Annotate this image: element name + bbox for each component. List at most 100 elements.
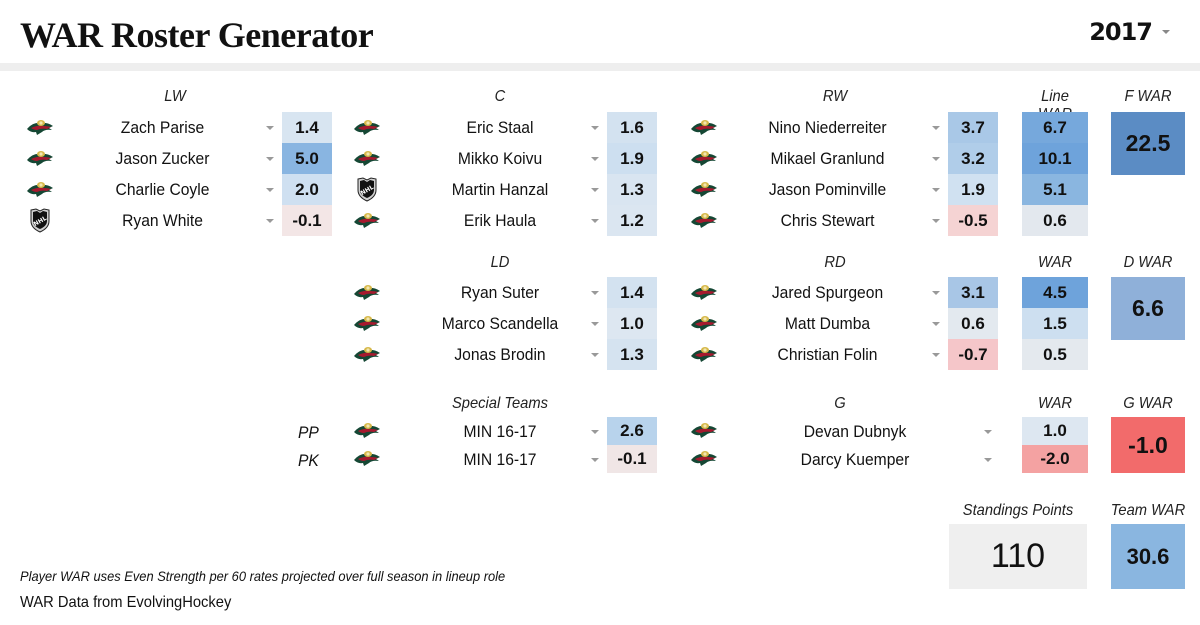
rd-player-name[interactable]: Matt Dumba <box>756 314 899 334</box>
player-dropdown-caret-icon[interactable] <box>266 126 274 130</box>
rw-player-name[interactable]: Jason Pominville <box>756 180 899 200</box>
player-dropdown-caret-icon[interactable] <box>591 219 599 223</box>
wild-logo-icon <box>689 343 719 365</box>
wild-logo-icon <box>352 312 382 334</box>
player-dropdown-caret-icon[interactable] <box>932 157 940 161</box>
player-war-cell: 1.0 <box>607 308 657 339</box>
player-dropdown-caret-icon[interactable] <box>932 188 940 192</box>
standings-label: Standings Points <box>962 502 1074 519</box>
rw-player-name[interactable]: Nino Niederreiter <box>756 118 899 138</box>
header-ld: LD <box>490 254 510 271</box>
header-lw: LW <box>164 88 186 105</box>
player-dropdown-caret-icon[interactable] <box>932 126 940 130</box>
ld-player-name[interactable]: Ryan Suter <box>426 283 573 303</box>
player-war-cell: 1.9 <box>948 174 998 205</box>
goalie-name[interactable]: Darcy Kuemper <box>786 450 924 470</box>
season-value: 2017 <box>1089 18 1153 46</box>
data-credit: WAR Data from EvolvingHockey <box>20 594 232 611</box>
wild-logo-icon <box>689 419 719 441</box>
c-player-name[interactable]: Erik Haula <box>426 211 573 231</box>
header-g: G <box>834 395 846 412</box>
ld-player-name[interactable]: Jonas Brodin <box>426 345 573 365</box>
forward-war-total: 22.5 <box>1111 112 1185 175</box>
wild-logo-icon <box>689 178 719 200</box>
wild-logo-icon <box>689 147 719 169</box>
player-dropdown-caret-icon[interactable] <box>266 188 274 192</box>
goalie-dropdown-caret-icon[interactable] <box>984 430 992 434</box>
chevron-down-icon <box>1162 30 1170 34</box>
special-teams-unit-label: PK <box>298 451 319 470</box>
special-teams-unit-name[interactable]: MIN 16-17 <box>449 450 550 470</box>
special-teams-war-cell: 2.6 <box>607 417 657 445</box>
pair-war-cell: 4.5 <box>1022 277 1088 308</box>
rw-player-name[interactable]: Mikael Granlund <box>756 149 899 169</box>
line-war-cell: 6.7 <box>1022 112 1088 143</box>
wild-logo-icon <box>689 209 719 231</box>
wild-logo-icon <box>352 281 382 303</box>
wild-logo-icon <box>689 312 719 334</box>
lw-player-name[interactable]: Zach Parise <box>96 118 229 138</box>
wild-logo-icon <box>25 178 55 200</box>
player-war-cell: 1.4 <box>282 112 332 143</box>
season-select[interactable]: 2017 <box>1089 18 1170 46</box>
player-war-cell: 5.0 <box>282 143 332 174</box>
lw-player-name[interactable]: Jason Zucker <box>96 149 229 169</box>
player-war-cell: -0.7 <box>948 339 998 370</box>
header-pair-war: WAR <box>1037 254 1073 271</box>
wild-logo-icon <box>689 281 719 303</box>
player-war-cell: -0.5 <box>948 205 998 236</box>
player-dropdown-caret-icon[interactable] <box>932 353 940 357</box>
header: WAR Roster Generator 2017 <box>0 0 1200 66</box>
player-dropdown-caret-icon[interactable] <box>591 157 599 161</box>
c-player-name[interactable]: Mikko Koivu <box>426 149 573 169</box>
pair-war-cell: 1.5 <box>1022 308 1088 339</box>
player-war-cell: 1.3 <box>607 339 657 370</box>
player-dropdown-caret-icon[interactable] <box>591 126 599 130</box>
special-teams-unit-name[interactable]: MIN 16-17 <box>449 422 550 442</box>
special-teams-unit-label: PP <box>298 423 319 442</box>
header-goalie-war: WAR <box>1037 395 1073 412</box>
footnote: Player WAR uses Even Strength per 60 rat… <box>20 568 506 584</box>
player-dropdown-caret-icon[interactable] <box>591 188 599 192</box>
player-dropdown-caret-icon[interactable] <box>932 291 940 295</box>
page-title: WAR Roster Generator <box>20 15 374 55</box>
lw-player-name[interactable]: Ryan White <box>96 211 229 231</box>
rw-player-name[interactable]: Chris Stewart <box>756 211 899 231</box>
header-d-war: D WAR <box>1123 254 1173 271</box>
player-war-cell: 1.9 <box>607 143 657 174</box>
player-war-cell: 3.1 <box>948 277 998 308</box>
player-dropdown-caret-icon[interactable] <box>591 353 599 357</box>
wild-logo-icon <box>25 116 55 138</box>
team-war-value: 30.6 <box>1111 524 1185 589</box>
player-war-cell: 0.6 <box>948 308 998 339</box>
rd-player-name[interactable]: Jared Spurgeon <box>756 283 899 303</box>
player-dropdown-caret-icon[interactable] <box>266 219 274 223</box>
c-player-name[interactable]: Martin Hanzal <box>426 180 573 200</box>
player-war-cell: 1.6 <box>607 112 657 143</box>
player-dropdown-caret-icon[interactable] <box>266 157 274 161</box>
header-c: C <box>494 88 506 105</box>
goalie-war-cell: -2.0 <box>1022 445 1088 473</box>
line-war-cell: 0.6 <box>1022 205 1088 236</box>
special-teams-dropdown-caret-icon[interactable] <box>591 458 599 462</box>
ld-player-name[interactable]: Marco Scandella <box>426 314 573 334</box>
special-teams-war-cell: -0.1 <box>607 445 657 473</box>
pair-war-cell: 0.5 <box>1022 339 1088 370</box>
goalie-name[interactable]: Devan Dubnyk <box>786 422 924 442</box>
c-player-name[interactable]: Eric Staal <box>426 118 573 138</box>
player-dropdown-caret-icon[interactable] <box>932 219 940 223</box>
lw-player-name[interactable]: Charlie Coyle <box>96 180 229 200</box>
player-dropdown-caret-icon[interactable] <box>932 322 940 326</box>
player-dropdown-caret-icon[interactable] <box>591 291 599 295</box>
goalie-dropdown-caret-icon[interactable] <box>984 458 992 462</box>
wild-logo-icon <box>352 447 382 469</box>
goalie-war-total: -1.0 <box>1111 417 1185 473</box>
wild-logo-icon <box>352 147 382 169</box>
player-dropdown-caret-icon[interactable] <box>591 322 599 326</box>
wild-logo-icon <box>352 116 382 138</box>
header-rd: RD <box>824 254 846 271</box>
rd-player-name[interactable]: Christian Folin <box>756 345 899 365</box>
special-teams-dropdown-caret-icon[interactable] <box>591 430 599 434</box>
standings-points-value: 110 <box>949 524 1087 589</box>
nhl-logo-icon: NHL <box>25 208 55 233</box>
